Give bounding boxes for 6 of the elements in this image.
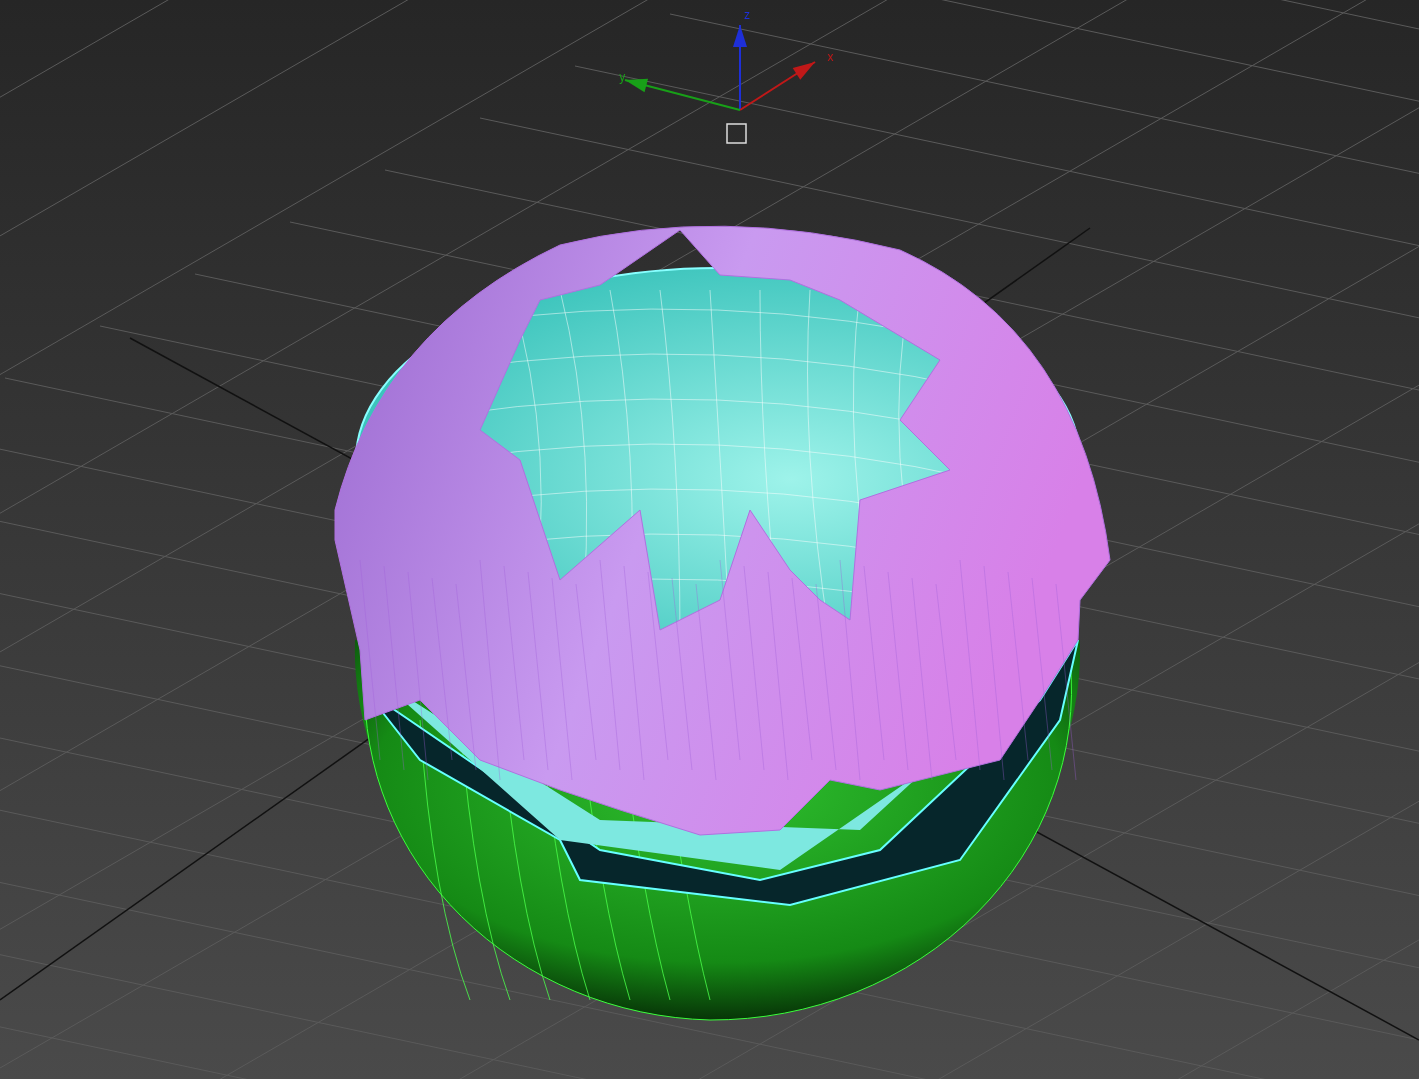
axis-arrow-icon[interactable] — [739, 61, 816, 111]
axis-label: z — [744, 8, 750, 22]
axis-label: y — [619, 70, 626, 85]
pivot-square-icon[interactable] — [726, 123, 747, 144]
axis-label: x — [827, 49, 834, 64]
axis-arrow-icon[interactable] — [624, 78, 741, 111]
